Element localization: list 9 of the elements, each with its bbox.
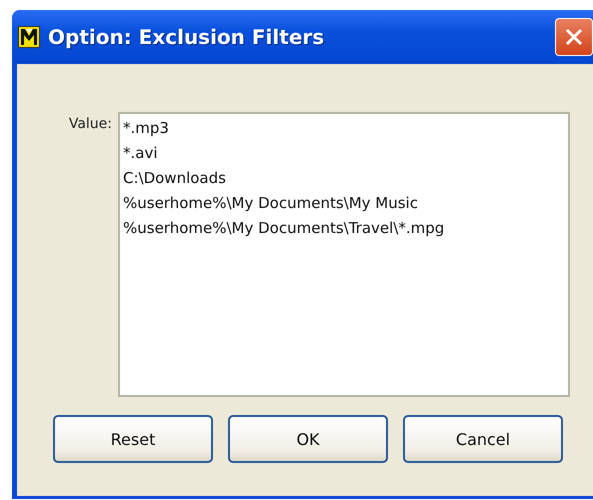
dialog-button[interactable]: Reset	[53, 415, 213, 463]
value-label: Value:	[68, 115, 113, 132]
dialog-button[interactable]: Cancel	[403, 415, 563, 463]
dialog-button[interactable]: OK	[228, 415, 388, 463]
close-icon	[565, 28, 583, 46]
close-button[interactable]	[555, 18, 593, 56]
value-field[interactable]: *.mp3 *.avi C:\Downloads %userhome%\My Documents\My Music %userhome%\My Documents\Travel\*.mpg	[118, 112, 570, 397]
app-icon	[18, 26, 40, 48]
window-title: Option: Exclusion Filters	[48, 25, 324, 49]
